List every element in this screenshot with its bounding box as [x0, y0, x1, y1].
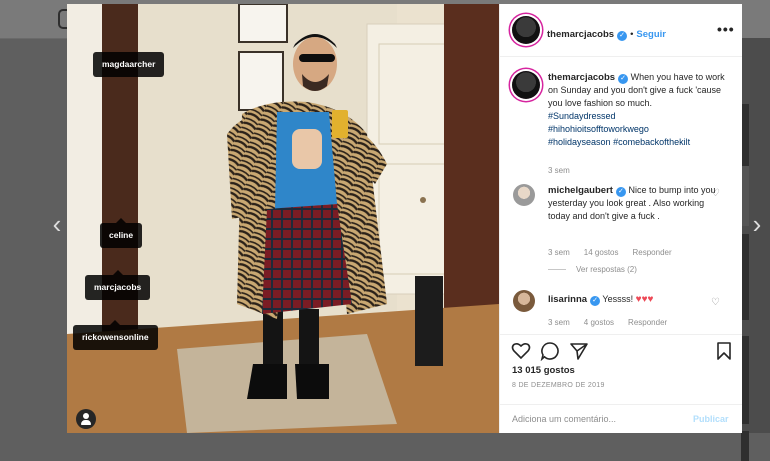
background-thumbnail — [741, 431, 749, 461]
like-comment-heart-icon[interactable]: ♡ — [711, 188, 720, 199]
verified-badge-icon: ✓ — [617, 31, 628, 41]
post-actions: 13 015 gostos 8 DE DEZEMBRO DE 2019 — [500, 334, 742, 405]
hashtag-link[interactable]: #Sundaydressed — [548, 111, 616, 121]
reply-link[interactable]: Responder — [628, 318, 667, 327]
caption-avatar[interactable] — [512, 71, 540, 99]
more-options-icon[interactable]: ••• — [717, 21, 735, 37]
publish-button[interactable]: Publicar — [693, 414, 729, 424]
post-date: 8 DE DEZEMBRO DE 2019 — [512, 382, 605, 389]
follow-button[interactable]: Seguir — [636, 29, 666, 40]
comment-text: Yessss! — [602, 294, 634, 304]
caption-username[interactable]: themarcjacobs — [548, 72, 615, 83]
replies-line — [548, 269, 566, 271]
comment-avatar[interactable] — [513, 290, 535, 312]
comment-avatar[interactable] — [513, 184, 535, 206]
comment-username[interactable]: lisarinna — [548, 294, 587, 305]
verified-badge-icon: ✓ — [590, 296, 601, 306]
post-photo[interactable]: magdaarcher celine marcjacobs rickowenso… — [67, 4, 499, 433]
avatar[interactable] — [512, 16, 540, 44]
user-tag[interactable]: celine — [100, 218, 143, 248]
account-username[interactable]: themarcjacobs — [547, 29, 614, 40]
caption-timestamp: 3 sem — [548, 166, 570, 175]
likes-count[interactable]: 13 015 gostos — [512, 365, 575, 376]
comment-likes[interactable]: 14 gostos — [584, 248, 619, 257]
comment-bubble-icon[interactable] — [540, 341, 560, 361]
comment-meta: 3 sem 14 gostos Responder — [548, 248, 686, 257]
user-tag[interactable]: marcjacobs — [85, 270, 151, 300]
red-heart-emoji-icon: ♥ — [647, 294, 654, 305]
view-replies-label[interactable]: Ver respostas (2) — [576, 265, 637, 274]
comment: lisarinna ✓ Yessss! ♥♥♥ — [548, 293, 716, 306]
comments-section: themarcjacobs ✓ When you have to work on … — [500, 57, 742, 334]
background-thumbnail — [741, 234, 749, 320]
hashtag-link[interactable]: #hihohioitsofftoworkwego — [548, 124, 649, 134]
verified-badge-icon: ✓ — [615, 187, 626, 197]
next-post-arrow[interactable]: › — [748, 211, 766, 237]
separator-dot: • — [630, 29, 634, 40]
post-header: themarcjacobs ✓ • Seguir ••• — [500, 4, 742, 57]
caption: themarcjacobs ✓ When you have to work on … — [548, 71, 736, 149]
comment-input[interactable]: Adiciona um comentário... — [512, 414, 616, 424]
tagged-users-icon[interactable] — [76, 409, 96, 429]
add-comment-bar: Adiciona um comentário... Publicar — [500, 404, 742, 434]
background-thumbnail — [741, 336, 749, 424]
comment-likes[interactable]: 4 gostos — [584, 318, 614, 327]
hashtag-link[interactable]: #comebackofthekilt — [613, 137, 690, 147]
share-send-icon[interactable] — [569, 341, 589, 361]
comment-timestamp: 3 sem — [548, 318, 570, 327]
like-comment-heart-icon[interactable]: ♡ — [711, 297, 720, 308]
reply-link[interactable]: Responder — [633, 248, 672, 257]
comment-username[interactable]: michelgaubert — [548, 185, 613, 196]
user-tag[interactable]: rickowensonline — [73, 320, 158, 350]
verified-badge-icon: ✓ — [618, 74, 629, 84]
previous-post-arrow[interactable]: ‹ — [48, 211, 66, 237]
hashtag-link[interactable]: #holidayseason — [548, 137, 611, 147]
comment-meta: 3 sem 4 gostos Responder — [548, 318, 681, 327]
user-tag[interactable]: magdaarcher — [93, 52, 165, 77]
comment-timestamp: 3 sem — [548, 248, 570, 257]
post-side-panel: themarcjacobs ✓ • Seguir ••• themarcjacobs ✓… — [499, 4, 742, 433]
view-replies[interactable]: Ver respostas (2) — [548, 265, 651, 274]
comment: michelgaubert ✓ Nice to bump into you yes… — [548, 184, 716, 223]
save-bookmark-icon[interactable] — [714, 341, 734, 361]
like-heart-icon[interactable] — [511, 341, 531, 361]
